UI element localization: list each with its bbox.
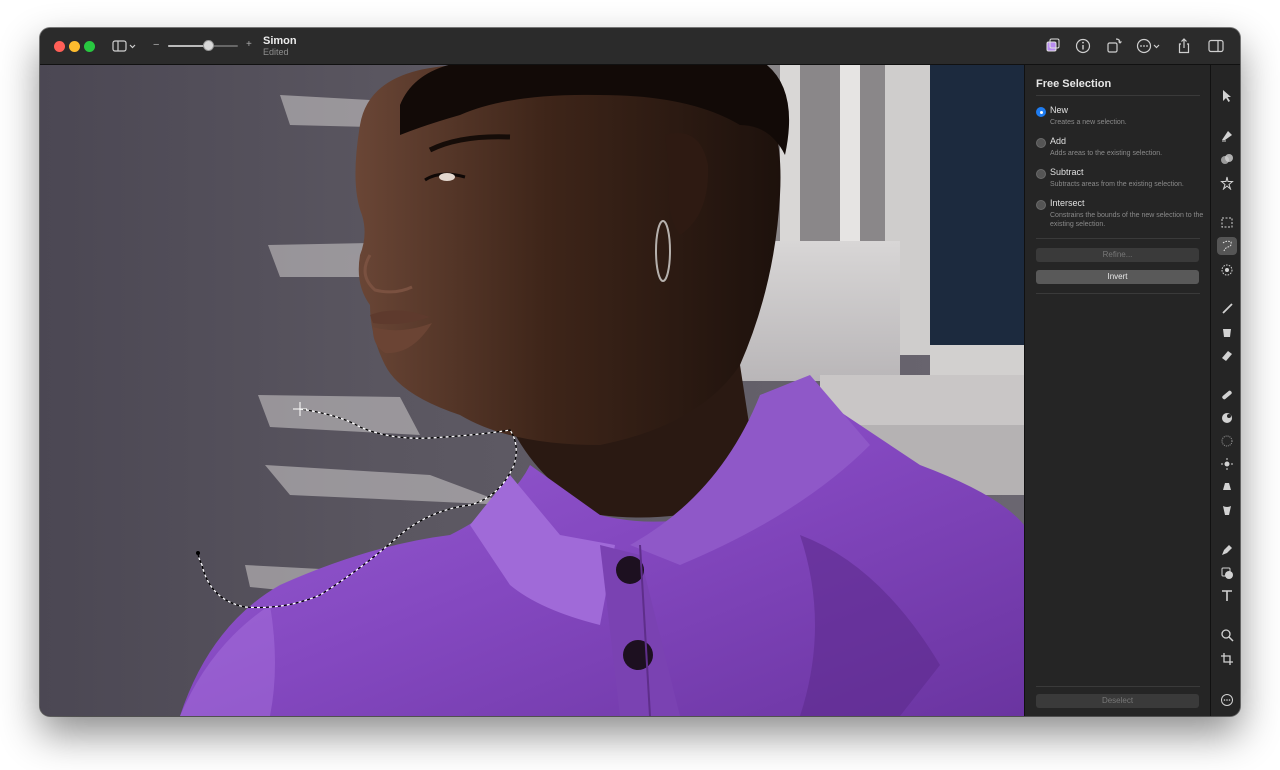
lighten-tool-icon[interactable] xyxy=(1217,455,1237,473)
option-description: Subtracts areas from the existing select… xyxy=(1050,181,1184,188)
inspector-icon[interactable] xyxy=(1206,37,1226,55)
share-icon[interactable] xyxy=(1174,37,1194,55)
sidebar-toggle-icon[interactable] xyxy=(110,37,138,55)
eraser-tool-icon[interactable] xyxy=(1217,346,1237,364)
zoom-in-button[interactable]: + xyxy=(246,39,252,50)
option-label: Add xyxy=(1050,136,1067,146)
zoom-out-button[interactable]: − xyxy=(153,39,159,51)
info-icon[interactable] xyxy=(1073,37,1093,55)
free-selection-tool-icon[interactable] xyxy=(1217,237,1237,255)
text-tool-icon[interactable] xyxy=(1217,587,1237,605)
radio-add[interactable] xyxy=(1036,138,1046,148)
smudge-tool-icon[interactable] xyxy=(1217,478,1237,496)
crop-tool-icon[interactable] xyxy=(1217,650,1237,668)
more-tools-icon[interactable] xyxy=(1217,691,1237,709)
rect-selection-tool-icon[interactable] xyxy=(1217,214,1237,232)
repair-tool-icon[interactable] xyxy=(1217,386,1237,404)
divider xyxy=(1036,95,1200,96)
option-description: Creates a new selection. xyxy=(1050,119,1127,126)
minimize-window-button[interactable] xyxy=(69,41,80,52)
invert-button[interactable]: Invert xyxy=(1036,270,1199,284)
bucket-tool-icon[interactable] xyxy=(1217,323,1237,341)
option-description: Adds areas to the existing selection. xyxy=(1050,150,1163,157)
option-description: Constrains the bounds of the new selecti… xyxy=(1050,212,1204,228)
document-status: Edited xyxy=(263,47,289,57)
divider xyxy=(1036,686,1200,687)
image-canvas[interactable] xyxy=(40,65,1024,716)
magic-wand-tool-icon[interactable] xyxy=(1217,174,1237,192)
option-label: New xyxy=(1050,105,1069,115)
portrait-photo xyxy=(40,65,1024,716)
pen-tool-icon[interactable] xyxy=(1217,541,1237,559)
dodge-tool-icon[interactable] xyxy=(1217,501,1237,519)
divider xyxy=(1036,238,1200,239)
tool-options-panel: Free Selection New Creates a new selecti… xyxy=(1024,65,1210,716)
zoom-window-button[interactable] xyxy=(84,41,95,52)
close-window-button[interactable] xyxy=(54,41,65,52)
paint-bucket-tool-icon[interactable] xyxy=(1217,126,1237,144)
rotate-icon[interactable] xyxy=(1104,37,1124,55)
title-bar: − + Simon Edited xyxy=(40,28,1240,65)
document-title: Simon xyxy=(263,35,297,47)
more-icon[interactable] xyxy=(1134,37,1162,55)
radio-intersect[interactable] xyxy=(1036,200,1046,210)
brush-tool-icon[interactable] xyxy=(1217,300,1237,318)
radio-subtract[interactable] xyxy=(1036,169,1046,179)
blend-tool-icon[interactable] xyxy=(1217,150,1237,168)
divider xyxy=(1036,293,1200,294)
zoom-slider-fill xyxy=(168,45,208,47)
zoom-tool-icon[interactable] xyxy=(1217,626,1237,644)
tool-strip xyxy=(1210,65,1240,716)
option-label: Intersect xyxy=(1050,198,1085,208)
clone-tool-icon[interactable] xyxy=(1217,409,1237,427)
arrow-tool-icon[interactable] xyxy=(1217,87,1237,105)
app-window: − + Simon Edited Free Selection New Crea… xyxy=(40,28,1240,716)
panel-title: Free Selection xyxy=(1036,78,1112,90)
option-label: Subtract xyxy=(1050,167,1084,177)
radio-new[interactable] xyxy=(1036,107,1046,117)
adjust-icon[interactable] xyxy=(1043,37,1063,55)
deselect-button[interactable]: Deselect xyxy=(1036,694,1199,708)
quick-selection-tool-icon[interactable] xyxy=(1217,261,1237,279)
zoom-slider-knob[interactable] xyxy=(202,40,214,51)
sharpen-tool-icon[interactable] xyxy=(1217,432,1237,450)
shapes-tool-icon[interactable] xyxy=(1217,564,1237,582)
refine-button[interactable]: Refine... xyxy=(1036,248,1199,262)
